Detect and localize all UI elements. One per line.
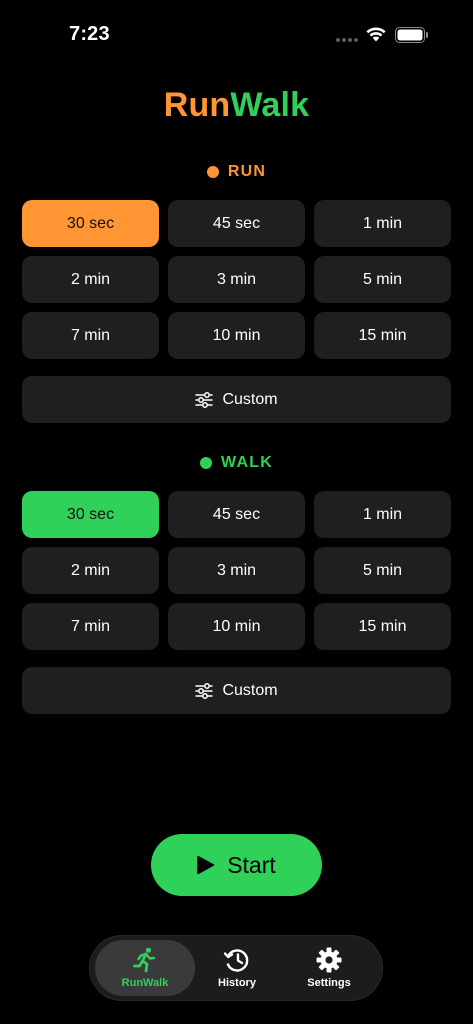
run-option-1-min[interactable]: 1 min bbox=[314, 200, 451, 247]
wifi-icon bbox=[366, 27, 386, 42]
run-option-45-sec[interactable]: 45 sec bbox=[168, 200, 305, 247]
walk-option-30-sec[interactable]: 30 sec bbox=[22, 491, 159, 538]
run-custom-label: Custom bbox=[222, 390, 278, 408]
run-option-7-min[interactable]: 7 min bbox=[22, 312, 159, 359]
walk-option-7-min[interactable]: 7 min bbox=[22, 603, 159, 650]
walk-section-header: WALK bbox=[0, 454, 473, 472]
walk-option-2-min[interactable]: 2 min bbox=[22, 547, 159, 594]
run-option-10-min[interactable]: 10 min bbox=[168, 312, 305, 359]
play-icon bbox=[197, 855, 215, 875]
walk-option-45-sec[interactable]: 45 sec bbox=[168, 491, 305, 538]
tab-bar: RunWalk History Settings bbox=[89, 935, 383, 1001]
app-title-run: Run bbox=[163, 86, 231, 124]
run-indicator-dot bbox=[206, 166, 219, 178]
tab-history-label: History bbox=[218, 977, 256, 989]
run-option-5-min[interactable]: 5 min bbox=[314, 256, 451, 303]
walk-section-label: WALK bbox=[221, 454, 273, 471]
walk-option-1-min[interactable]: 1 min bbox=[314, 491, 451, 538]
cellular-signal-icon bbox=[336, 38, 358, 42]
gear-icon bbox=[316, 947, 342, 973]
run-option-2-min[interactable]: 2 min bbox=[22, 256, 159, 303]
walk-indicator-dot bbox=[200, 457, 213, 469]
walk-option-15-min[interactable]: 15 min bbox=[314, 603, 451, 650]
app-title-walk: Walk bbox=[230, 86, 310, 124]
tab-settings[interactable]: Settings bbox=[279, 940, 379, 996]
status-bar: 7:23 bbox=[0, 0, 473, 60]
app-title: RunWalk bbox=[0, 86, 473, 125]
tab-runwalk[interactable]: RunWalk bbox=[95, 940, 195, 996]
walk-option-10-min[interactable]: 10 min bbox=[168, 603, 305, 650]
run-option-3-min[interactable]: 3 min bbox=[168, 256, 305, 303]
run-section-label: RUN bbox=[227, 163, 267, 180]
tab-history[interactable]: History bbox=[187, 940, 287, 996]
battery-icon bbox=[395, 27, 428, 43]
run-duration-grid: 30 sec 45 sec 1 min 2 min 3 min 5 min 7 … bbox=[22, 200, 451, 359]
walk-option-5-min[interactable]: 5 min bbox=[314, 547, 451, 594]
running-figure-icon bbox=[133, 947, 156, 973]
tab-runwalk-label: RunWalk bbox=[121, 977, 169, 989]
run-section-header: RUN bbox=[0, 163, 473, 181]
walk-custom-button[interactable]: Custom bbox=[22, 667, 451, 714]
walk-custom-label: Custom bbox=[222, 681, 278, 699]
run-option-15-min[interactable]: 15 min bbox=[314, 312, 451, 359]
run-option-30-sec[interactable]: 30 sec bbox=[22, 200, 159, 247]
sliders-icon bbox=[195, 391, 214, 408]
clock-history-icon bbox=[223, 949, 249, 972]
start-button[interactable]: Start bbox=[151, 834, 322, 896]
run-custom-button[interactable]: Custom bbox=[22, 376, 451, 423]
walk-duration-grid: 30 sec 45 sec 1 min 2 min 3 min 5 min 7 … bbox=[22, 491, 451, 650]
tab-settings-label: Settings bbox=[307, 977, 351, 989]
start-button-label: Start bbox=[227, 851, 276, 878]
walk-option-3-min[interactable]: 3 min bbox=[168, 547, 305, 594]
status-time: 7:23 bbox=[69, 23, 110, 45]
sliders-icon bbox=[195, 682, 214, 699]
